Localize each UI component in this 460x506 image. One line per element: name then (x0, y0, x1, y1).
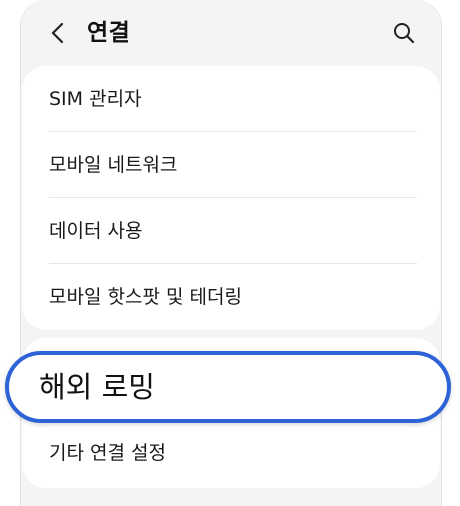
roaming-item-highlighted[interactable]: 해외 로밍 (5, 351, 451, 423)
hotspot-tethering-item[interactable]: 모바일 핫스팟 및 테더링 (49, 264, 417, 330)
roaming-item-label: 해외 로밍 (39, 370, 155, 404)
settings-screen: 연결 SIM 관리자 모바일 네트워크 데이터 사용 모바일 핫스팟 및 테더링… (20, 0, 442, 506)
mobile-network-item[interactable]: 모바일 네트워크 (49, 132, 417, 198)
search-button[interactable] (387, 16, 421, 50)
search-icon (394, 23, 415, 44)
phone-frame: 연결 SIM 관리자 모바일 네트워크 데이터 사용 모바일 핫스팟 및 테더링… (0, 0, 460, 506)
other-connection-settings-item[interactable]: 기타 연결 설정 (49, 421, 417, 485)
app-header: 연결 (21, 0, 441, 66)
data-usage-item[interactable]: 데이터 사용 (49, 198, 417, 264)
sim-manager-item[interactable]: SIM 관리자 (49, 66, 417, 132)
chevron-left-icon (51, 22, 64, 44)
connection-settings-card: SIM 관리자 모바일 네트워크 데이터 사용 모바일 핫스팟 및 테더링 (22, 66, 440, 330)
back-button[interactable] (43, 16, 73, 50)
page-title: 연결 (87, 20, 131, 46)
